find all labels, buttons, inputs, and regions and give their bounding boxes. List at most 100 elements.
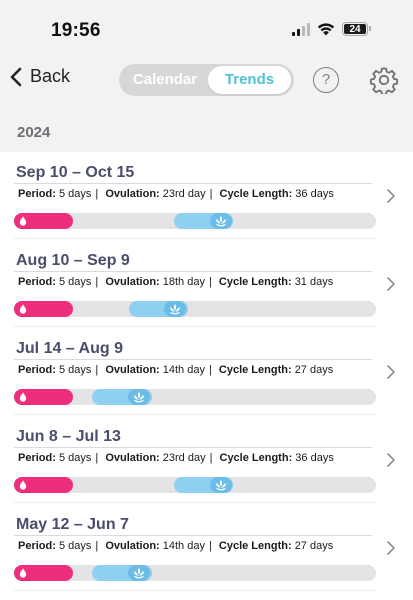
period-segment [14, 477, 73, 493]
drop-icon [19, 304, 27, 314]
cycle-length-value: 36 days [295, 452, 334, 464]
cycle-stats: Period: 5 days | Ovulation: 18th day | Cyc… [18, 276, 334, 288]
status-bar: 19:56 24 [0, 0, 413, 62]
lotus-icon [216, 216, 226, 227]
period-segment [14, 301, 73, 317]
period-value: 5 days [58, 540, 92, 552]
cycle-stats: Period: 5 days | Ovulation: 23rd day | Cyc… [18, 188, 334, 200]
cycle-stats: Period: 5 days | Ovulation: 14th day | Cyc… [18, 364, 334, 376]
drop-icon [19, 216, 27, 226]
drop-icon [19, 568, 27, 578]
year-heading: 2024 [17, 124, 51, 141]
divider [14, 359, 372, 360]
cycle-bar [14, 301, 376, 317]
cycle-length-value: 27 days [294, 540, 334, 552]
period-value: 5 days [58, 452, 92, 464]
ovulation-label: Ovulation: [105, 364, 160, 376]
chevron-left-icon [10, 67, 22, 86]
lotus-icon [134, 392, 144, 403]
header-area: 19:56 24 Back Calendar Trends ? 2024 [0, 0, 413, 152]
back-button[interactable]: Back [10, 66, 70, 87]
view-segmented-control: Calendar Trends [119, 64, 294, 96]
ovulation-label: Ovulation: [105, 276, 160, 288]
lotus-icon [134, 568, 144, 579]
divider [14, 535, 372, 536]
chevron-right-icon [387, 541, 395, 555]
row-separator [14, 326, 376, 327]
chevron-right-icon [387, 365, 395, 379]
cycle-length-label: Cycle Length: [218, 276, 292, 288]
cycle-date-range: Jul 14 – Aug 9 [16, 340, 123, 357]
ovulation-day-marker [164, 301, 186, 317]
cycle-row[interactable]: Aug 10 – Sep 9 Period: 5 days | Ovulation… [0, 240, 413, 328]
cycle-length-value: 27 days [294, 364, 334, 376]
divider [14, 271, 372, 272]
period-label: Period: [18, 276, 56, 288]
period-label: Period: [18, 452, 56, 464]
cycle-list: Sep 10 – Oct 15 Period: 5 days | Ovulatio… [0, 152, 413, 592]
ovulation-value: 18th day [162, 276, 205, 288]
back-label: Back [30, 66, 71, 86]
period-value: 5 days [58, 188, 92, 200]
cycle-stats: Period: 5 days | Ovulation: 14th day | Cyc… [18, 540, 334, 552]
chevron-right-icon [387, 453, 395, 467]
cycle-bar [14, 389, 376, 405]
status-icons: 24 [292, 22, 371, 36]
ovulation-value: 14th day [162, 364, 205, 376]
cycle-length-value: 31 days [294, 276, 334, 288]
cycle-row[interactable]: May 12 – Jun 7 Period: 5 days | Ovulation… [0, 504, 413, 592]
cycle-length-label: Cycle Length: [218, 540, 292, 552]
ovulation-label: Ovulation: [105, 188, 160, 200]
drop-icon [19, 480, 27, 490]
ovulation-day-marker [128, 389, 150, 405]
cycle-length-label: Cycle Length: [219, 188, 293, 200]
cycle-row[interactable]: Jun 8 – Jul 13 Period: 5 days | Ovulation… [0, 416, 413, 504]
period-label: Period: [18, 540, 56, 552]
cycle-date-range: Jun 8 – Jul 13 [16, 428, 121, 445]
row-separator [14, 590, 376, 591]
period-label: Period: [18, 188, 56, 200]
lotus-icon [170, 304, 180, 315]
battery-icon: 24 [342, 22, 371, 36]
period-value: 5 days [58, 276, 92, 288]
tab-trends[interactable]: Trends [208, 66, 291, 94]
cycle-bar [14, 477, 376, 493]
wifi-icon [317, 22, 335, 35]
lotus-icon [216, 480, 226, 491]
chevron-right-icon [387, 277, 395, 291]
cycle-stats: Period: 5 days | Ovulation: 23rd day | Cyc… [18, 452, 334, 464]
cycle-bar [14, 213, 376, 229]
ovulation-day-marker [210, 213, 232, 229]
help-icon[interactable]: ? [313, 67, 339, 93]
cycle-date-range: May 12 – Jun 7 [16, 516, 129, 533]
drop-icon [19, 392, 27, 402]
cycle-row[interactable]: Jul 14 – Aug 9 Period: 5 days | Ovulation… [0, 328, 413, 416]
tab-calendar[interactable]: Calendar [123, 66, 207, 94]
divider [14, 447, 372, 448]
period-segment [14, 389, 73, 405]
ovulation-value: 23rd day [162, 188, 206, 200]
ovulation-label: Ovulation: [105, 540, 160, 552]
row-separator [14, 414, 376, 415]
nav-bar: Back Calendar Trends ? [0, 62, 413, 102]
period-value: 5 days [58, 364, 92, 376]
ovulation-value: 23rd day [162, 452, 206, 464]
battery-level: 24 [344, 24, 366, 35]
period-label: Period: [18, 364, 56, 376]
gear-icon[interactable] [370, 66, 398, 94]
period-segment [14, 565, 73, 581]
chevron-right-icon [387, 189, 395, 203]
cellular-signal-icon [292, 22, 310, 36]
cycle-date-range: Sep 10 – Oct 15 [16, 164, 135, 181]
cycle-bar [14, 565, 376, 581]
row-separator [14, 238, 376, 239]
cycle-row[interactable]: Sep 10 – Oct 15 Period: 5 days | Ovulatio… [0, 152, 413, 240]
ovulation-day-marker [210, 477, 232, 493]
ovulation-label: Ovulation: [105, 452, 160, 464]
status-time: 19:56 [51, 20, 101, 41]
divider [14, 183, 372, 184]
cycle-length-label: Cycle Length: [218, 364, 292, 376]
cycle-date-range: Aug 10 – Sep 9 [16, 252, 130, 269]
period-segment [14, 213, 73, 229]
ovulation-value: 14th day [162, 540, 205, 552]
